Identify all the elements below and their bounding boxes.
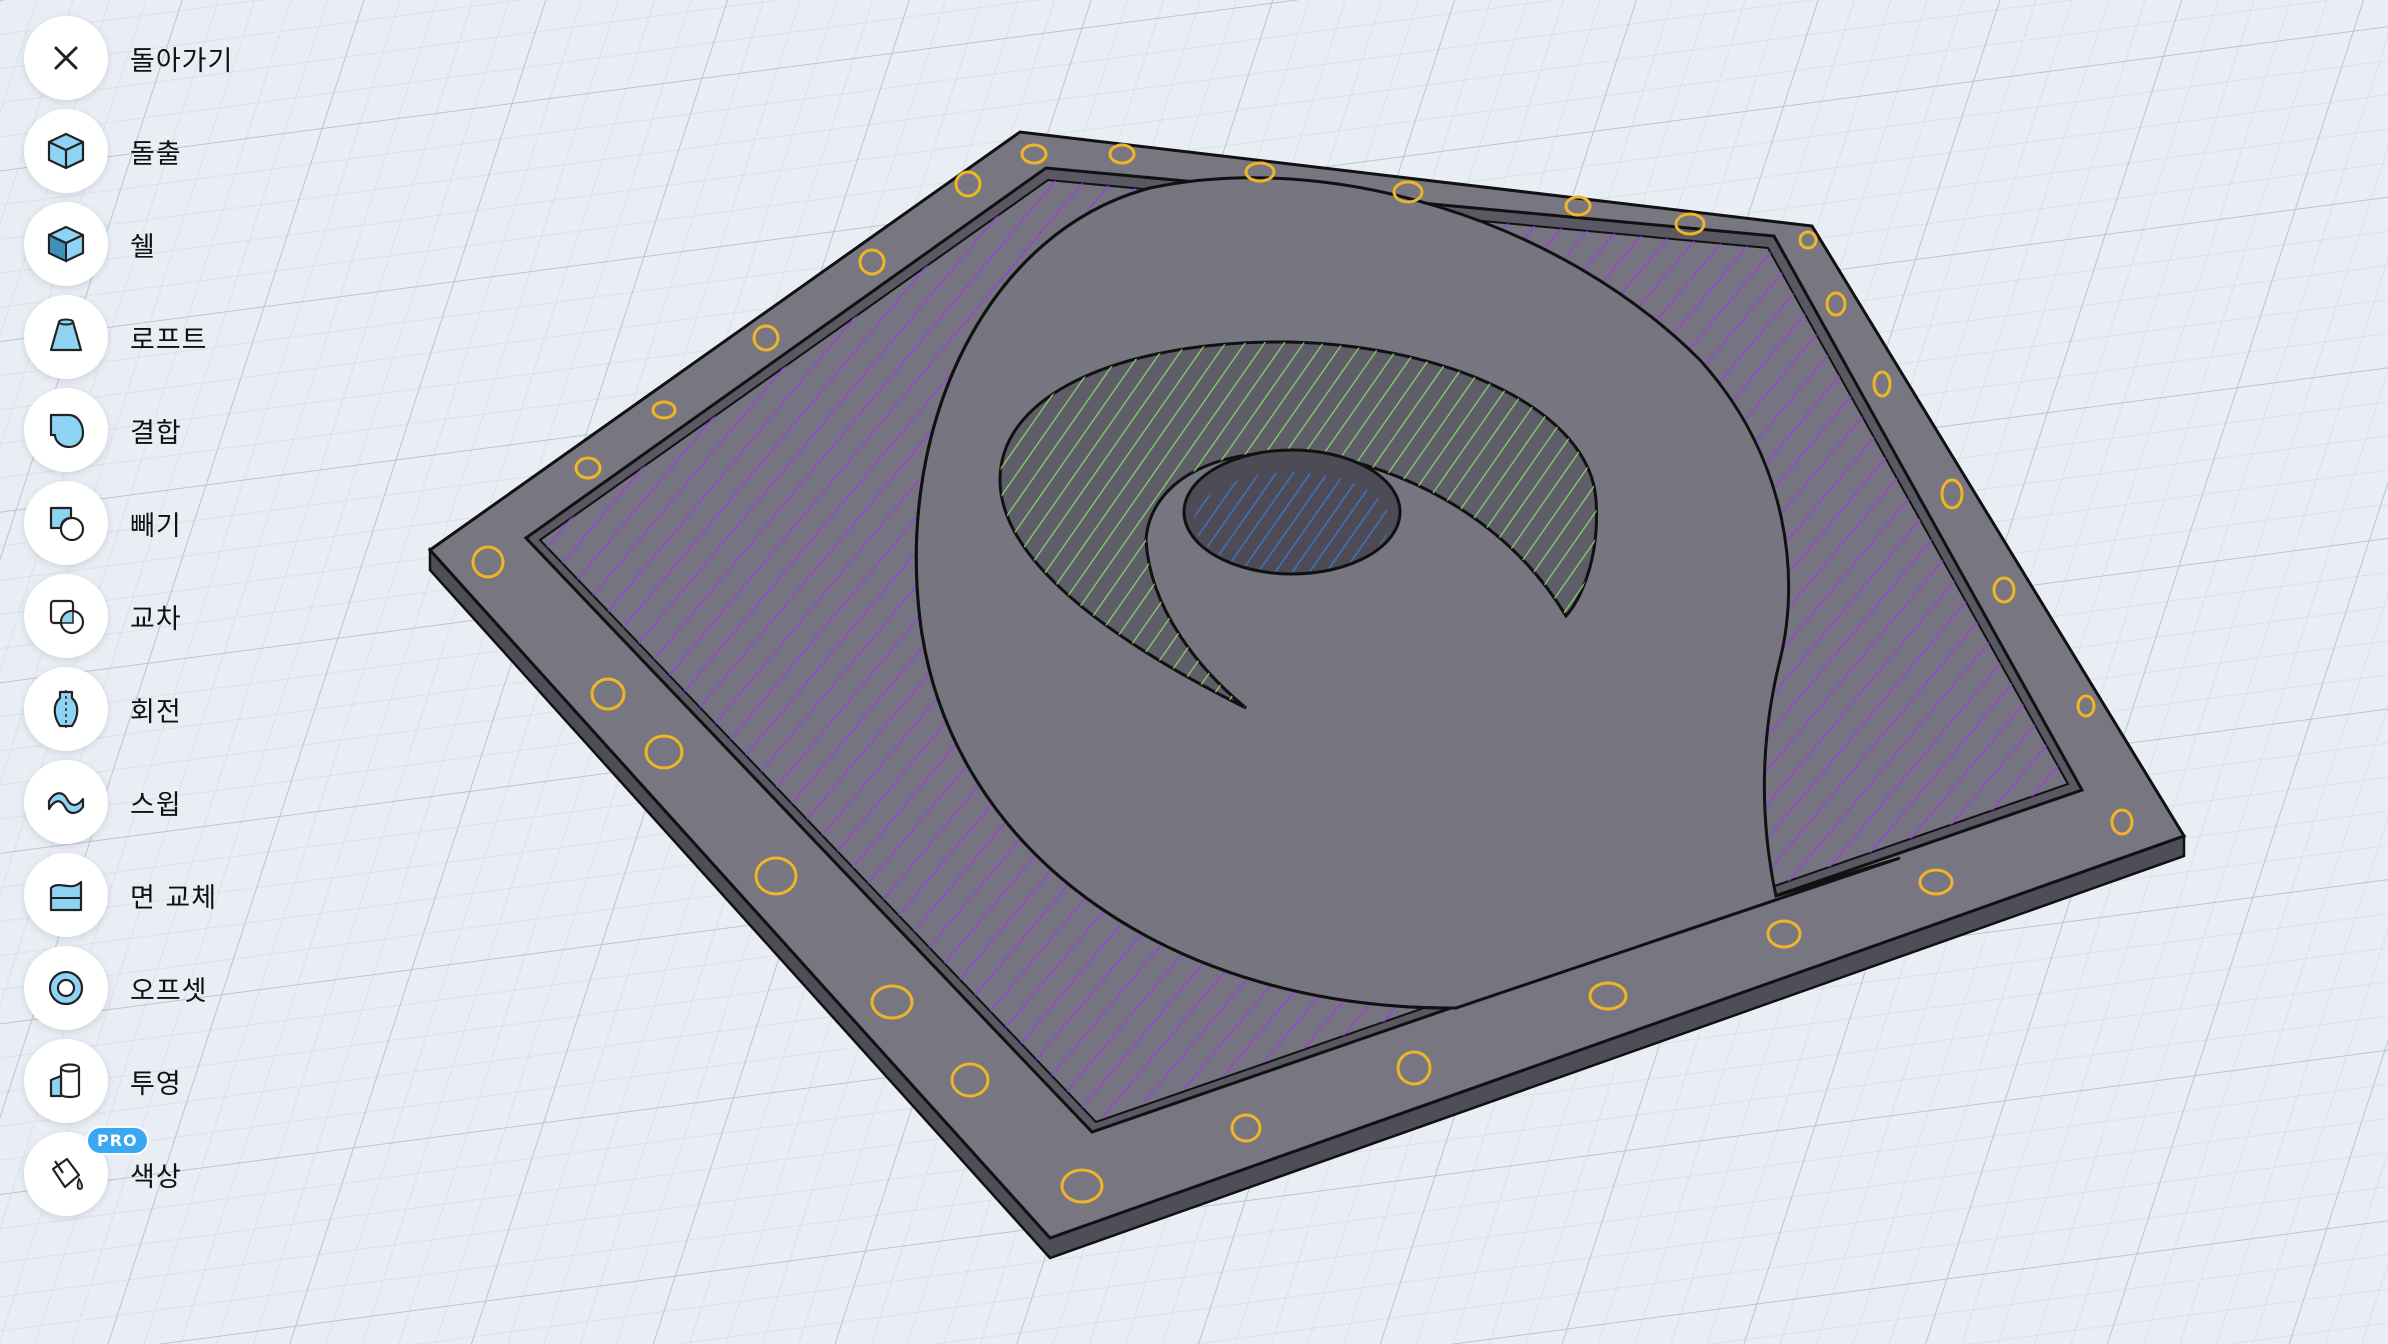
tool-revolve[interactable]: 회전 — [24, 667, 344, 751]
tool-label: 스윕 — [130, 789, 182, 821]
subtract-button[interactable] — [24, 481, 108, 565]
tool-label: 회전 — [130, 696, 182, 728]
intersect-icon — [49, 599, 85, 635]
offset-icon — [48, 970, 84, 1006]
tool-project[interactable]: 투영 — [24, 1039, 344, 1123]
3d-viewport[interactable] — [0, 0, 2388, 1344]
tool-union[interactable]: 결합 — [24, 388, 344, 472]
sweep-icon — [47, 792, 85, 815]
revolve-icon — [53, 690, 79, 728]
tool-label: 돌출 — [130, 138, 182, 170]
hatch-blue-region — [1194, 472, 1390, 572]
pro-badge: PRO — [86, 1126, 149, 1155]
tool-replace-face[interactable]: 면 교체 — [24, 853, 344, 937]
subtract-icon — [49, 506, 85, 542]
tool-label: 면 교체 — [130, 882, 218, 914]
tool-color[interactable]: PRO 색상 — [24, 1126, 344, 1216]
revolve-button[interactable] — [24, 667, 108, 751]
replace-face-button[interactable] — [24, 853, 108, 937]
tool-label: 투영 — [130, 1068, 182, 1100]
union-icon — [49, 413, 85, 449]
tool-back[interactable]: 돌아가기 — [24, 16, 344, 100]
shell-cube-icon — [47, 225, 85, 263]
extrude-cube-icon — [47, 132, 85, 170]
loft-button[interactable] — [24, 295, 108, 379]
paint-bucket-icon — [51, 1157, 84, 1190]
union-button[interactable] — [24, 388, 108, 472]
tool-offset[interactable]: 오프셋 — [24, 946, 344, 1030]
tool-label: 오프셋 — [130, 975, 208, 1007]
tool-sweep[interactable]: 스윕 — [24, 760, 344, 844]
offset-button[interactable] — [24, 946, 108, 1030]
tool-label: 로프트 — [130, 324, 208, 356]
tool-extrude[interactable]: 돌출 — [24, 109, 344, 193]
tool-intersect[interactable]: 교차 — [24, 574, 344, 658]
project-button[interactable] — [24, 1039, 108, 1123]
tool-subtract[interactable]: 빼기 — [24, 481, 344, 565]
shell-button[interactable] — [24, 202, 108, 286]
tool-label: 색상 — [130, 1161, 182, 1193]
tool-label: 교차 — [130, 603, 182, 635]
color-button[interactable]: PRO — [24, 1126, 149, 1216]
tool-label: 결합 — [130, 417, 182, 449]
close-icon — [54, 46, 78, 70]
extrude-button[interactable] — [24, 109, 108, 193]
tool-label: 쉘 — [130, 231, 156, 263]
sweep-button[interactable] — [24, 760, 108, 844]
tool-shell[interactable]: 쉘 — [24, 202, 344, 286]
tool-loft[interactable]: 로프트 — [24, 295, 344, 379]
tool-label: 빼기 — [130, 510, 182, 542]
back-button[interactable] — [24, 16, 108, 100]
loft-icon — [49, 318, 83, 352]
tool-label: 돌아가기 — [130, 45, 234, 77]
replace-face-icon — [49, 880, 83, 912]
project-icon — [49, 1063, 81, 1099]
intersect-button[interactable] — [24, 574, 108, 658]
